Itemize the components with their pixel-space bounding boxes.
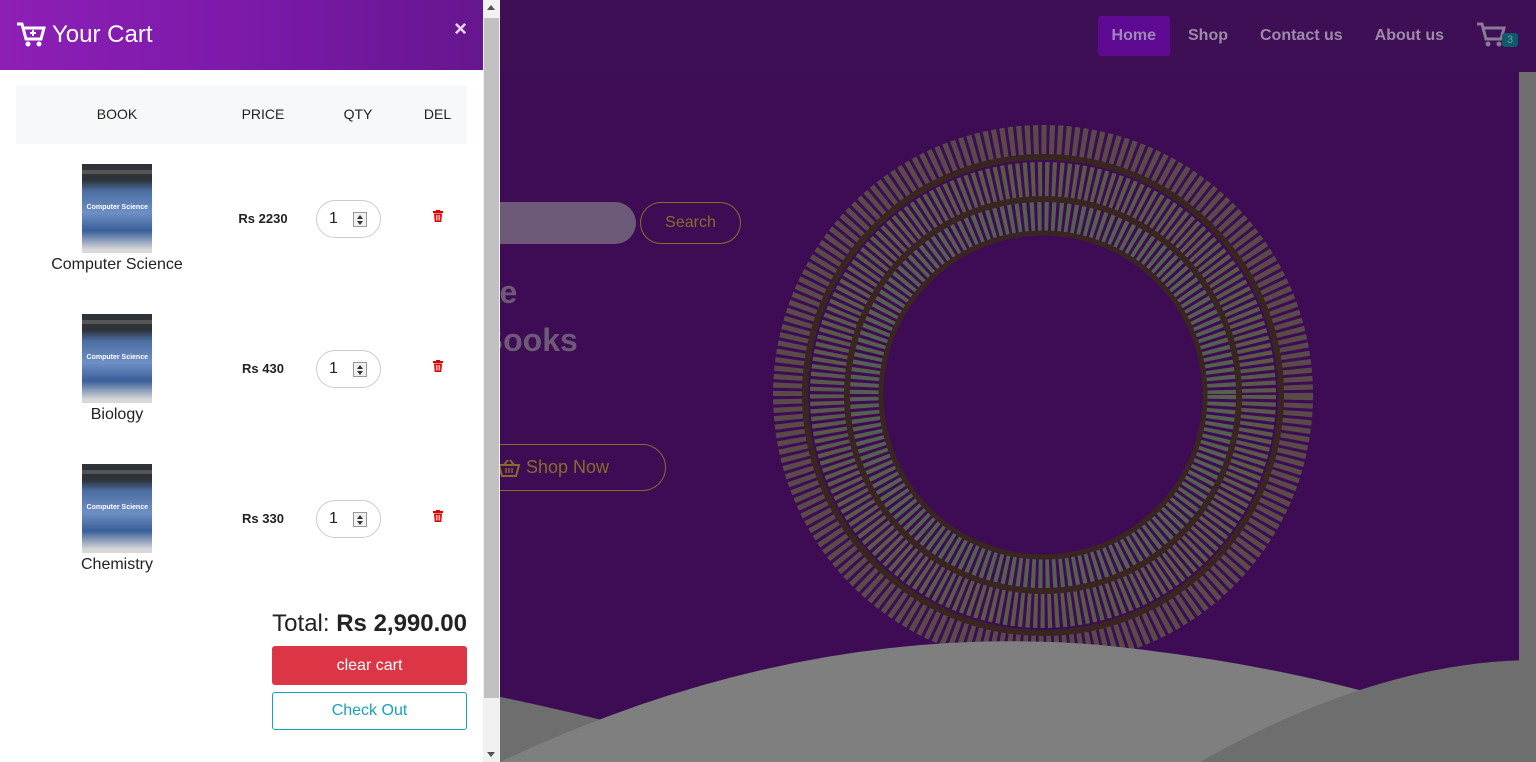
total-value: Rs 2,990.00 [336, 610, 467, 637]
trash-icon [432, 510, 443, 522]
cart-header: Your Cart × [0, 0, 483, 70]
quantity-stepper[interactable]: 1 [316, 500, 381, 538]
book-cell: Computer Science Biology [16, 314, 218, 424]
cart-row: Computer Science Biology Rs 430 1 [16, 294, 467, 444]
book-name: Computer Science [51, 256, 183, 273]
column-header-book: BOOK [96, 106, 138, 122]
nav-link-shop[interactable]: Shop [1174, 16, 1242, 56]
basket-icon [497, 458, 520, 477]
nav-link-about[interactable]: About us [1361, 16, 1458, 56]
cart-row: Computer Science Chemistry Rs 330 1 [16, 444, 467, 594]
book-price: Rs 430 [242, 361, 284, 376]
book-cover-image: Computer Science [82, 164, 152, 253]
spinner-arrows[interactable] [353, 512, 367, 527]
nav-link-home[interactable]: Home [1097, 16, 1170, 56]
nav-cart-button[interactable]: 3 [1470, 16, 1520, 56]
book-cell: Computer Science Chemistry [16, 464, 218, 574]
nav-link-contact[interactable]: Contact us [1246, 16, 1357, 56]
cart-icon [17, 22, 46, 47]
scroll-down-arrow[interactable] [487, 752, 495, 757]
cart-total: Total: Rs 2,990.00 [272, 610, 467, 638]
book-cover-image: Computer Science [82, 314, 152, 403]
trash-icon [432, 360, 443, 372]
quantity-value: 1 [329, 510, 338, 527]
nav-links: Home Shop Contact us About us 3 [1097, 16, 1520, 56]
checkout-button[interactable]: Check Out [272, 692, 467, 730]
book-cell: Computer Science Computer Science [16, 164, 218, 274]
delete-button[interactable] [408, 509, 467, 527]
quantity-value: 1 [329, 360, 338, 377]
quantity-value: 1 [329, 210, 338, 227]
quantity-stepper[interactable]: 1 [316, 200, 381, 238]
cart-panel: Your Cart × BOOK PRICE QTY DEL Computer … [0, 0, 500, 762]
scroll-thumb[interactable] [484, 18, 499, 698]
trash-icon [432, 210, 443, 222]
shop-now-label: Shop Now [525, 457, 609, 477]
column-header-del: DEL [423, 106, 452, 122]
total-label: Total: [272, 610, 330, 637]
spinner-arrows[interactable] [353, 362, 367, 377]
delete-button[interactable] [408, 359, 467, 377]
cart-scrollbar[interactable] [483, 0, 500, 762]
book-ring-illustration [773, 125, 1313, 655]
spinner-arrows[interactable] [353, 212, 367, 227]
column-header-price: PRICE [241, 106, 285, 122]
book-price: Rs 330 [242, 511, 284, 526]
close-icon[interactable]: × [454, 16, 467, 42]
search-button[interactable]: Search [640, 202, 741, 244]
page-scrollbar[interactable] [1519, 72, 1536, 762]
book-name: Biology [90, 406, 144, 423]
book-cover-image: Computer Science [82, 464, 152, 553]
column-header-qty: QTY [343, 106, 373, 122]
cart-count-badge: 3 [1502, 33, 1519, 47]
scroll-up-arrow[interactable] [487, 5, 495, 10]
book-price: Rs 2230 [238, 211, 288, 226]
book-name: Chemistry [80, 556, 153, 573]
quantity-stepper[interactable]: 1 [316, 350, 381, 388]
delete-button[interactable] [408, 209, 467, 227]
cart-row: Computer Science Computer Science Rs 223… [16, 144, 467, 294]
clear-cart-button[interactable]: clear cart [272, 646, 467, 685]
cart-title: Your Cart [52, 21, 153, 48]
cart-table-header: BOOK PRICE QTY DEL [16, 85, 467, 144]
